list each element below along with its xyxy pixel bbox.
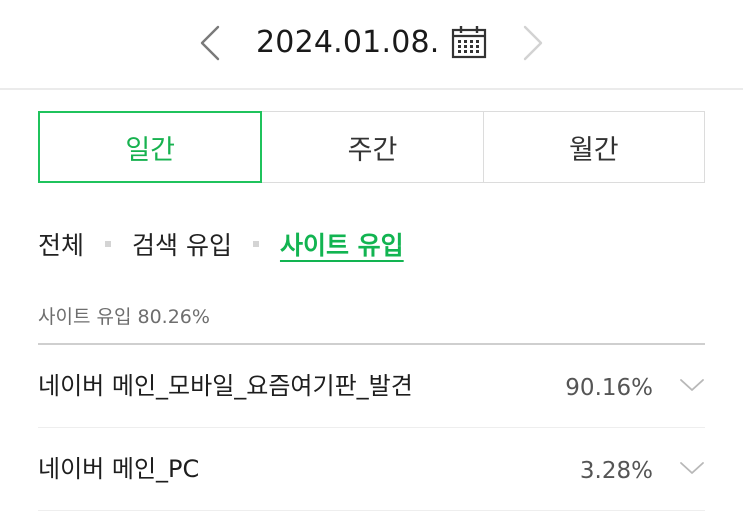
list-item-name: 네이버 메인_모바일_요즘여기판_발견 (38, 372, 413, 400)
list-item-percentage: 3.28% (579, 458, 653, 484)
filter-separator (252, 241, 259, 247)
filter-separator (105, 241, 112, 247)
filter-site-inflow[interactable]: 사이트 유입 (280, 226, 404, 262)
date-navigation-header: 2024.01.08. (0, 0, 743, 90)
chevron-right-icon (523, 25, 543, 61)
period-tabs: 일간 주간 월간 (38, 111, 705, 183)
tab-weekly[interactable]: 주간 (261, 111, 484, 183)
filter-all[interactable]: 전체 (38, 226, 84, 262)
tab-daily[interactable]: 일간 (38, 111, 263, 183)
list-item-percentage: 90.16% (565, 375, 653, 401)
calendar-button[interactable] (450, 24, 488, 60)
list-item[interactable]: 네이버 메인_모바일_요즘여기판_발견 90.16% (38, 345, 705, 428)
chevron-down-icon[interactable] (679, 458, 705, 478)
chevron-left-icon (200, 25, 220, 61)
site-inflow-summary: 사이트 유입 80.26% (38, 306, 210, 328)
filter-search-inflow[interactable]: 검색 유입 (132, 226, 232, 262)
chevron-down-icon[interactable] (679, 375, 705, 395)
calendar-icon (451, 26, 487, 59)
tab-monthly[interactable]: 월간 (482, 111, 705, 183)
inflow-filter-bar: 전체 검색 유입 사이트 유입 (38, 224, 404, 264)
next-date-button[interactable] (518, 24, 548, 62)
list-item[interactable]: 네이버 메인_PC 3.28% (38, 428, 705, 511)
previous-date-button[interactable] (195, 24, 225, 62)
list-item-name: 네이버 메인_PC (38, 455, 200, 483)
current-date: 2024.01.08. (256, 25, 440, 60)
